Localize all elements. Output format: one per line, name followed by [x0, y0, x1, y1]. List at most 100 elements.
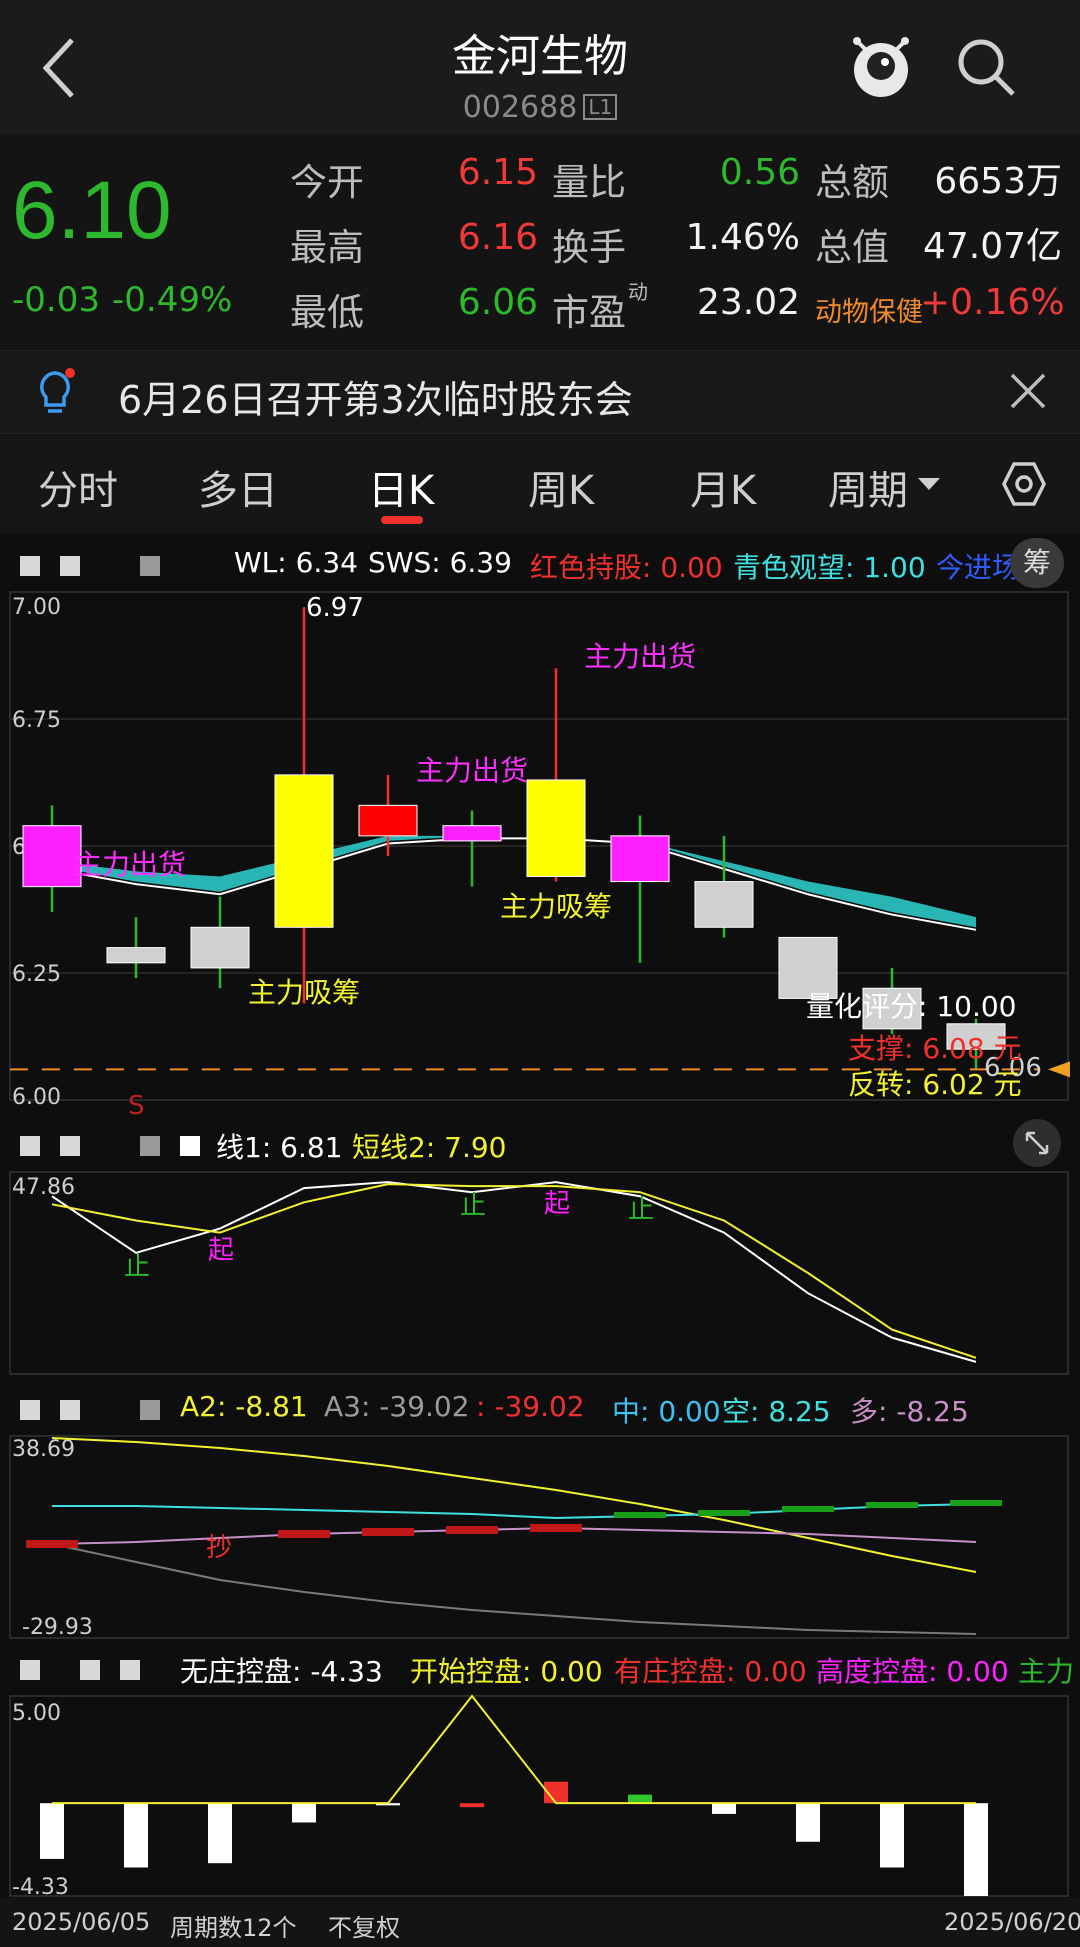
sell-signal-label: 主力出货 [74, 848, 186, 881]
stock-name: 金河生物 [452, 31, 628, 82]
period-count: 周期数12个 [170, 1914, 297, 1942]
green-marker [866, 1502, 918, 1508]
x-value: : -39.02 [476, 1390, 585, 1423]
search-icon[interactable] [955, 36, 1017, 98]
control-bar [964, 1803, 988, 1896]
period-tabs: 分时 多日 日K 周K 月K 周期 [0, 434, 1080, 534]
y-tick-label: 7.00 [12, 595, 61, 620]
control-chart[interactable]: 5.00 -4.33 [0, 1694, 1080, 1898]
sell-signal-label: 主力出货 [416, 754, 528, 787]
red-marker [530, 1524, 582, 1532]
kong-line [52, 1503, 977, 1520]
quote-label: 最低 [290, 291, 364, 334]
y-top-label: 5.00 [12, 1701, 61, 1726]
quote-label: 动物保健 [815, 297, 923, 328]
y-top-label: 38.69 [12, 1437, 75, 1462]
indicator-toggle-icon[interactable] [140, 556, 160, 576]
red-marker [446, 1526, 498, 1534]
notice-bar[interactable]: 6月26日召开第3次临时股东会 [0, 350, 1080, 434]
quote-label: 最高 [290, 226, 364, 269]
stock-code-text: 002688 [462, 90, 578, 125]
quote-value: 47.07亿 [922, 226, 1062, 267]
chevron-down-icon[interactable] [916, 476, 942, 492]
short-line-chart[interactable]: 47.86止起止起止 [0, 1170, 1080, 1376]
candle-body [442, 825, 502, 842]
level-badge: L1 [583, 94, 618, 120]
quote-value: 0.56 [719, 152, 800, 193]
quant-score-label: 量化评分: 10.00 [806, 990, 1017, 1023]
candle-body [106, 947, 166, 964]
quote-value: +0.16% [920, 282, 1065, 323]
indicator-toggle-icon[interactable] [60, 1400, 80, 1420]
signal-mark: 起 [544, 1189, 570, 1219]
y-tick-label: 6.75 [12, 708, 61, 733]
green-marker [782, 1506, 834, 1512]
notice-text: 6月26日召开第3次临时股东会 [118, 378, 633, 422]
quote-panel: 6.10 -0.03 -0.49% 今开 6.15 量比 0.56 总额 6653万 最高 6… [0, 134, 1080, 350]
chip-button[interactable]: 筹 [1010, 538, 1064, 588]
support-price-label: 支撑: 6.08 元 [848, 1032, 1022, 1065]
settings-icon[interactable] [1000, 460, 1048, 508]
close-icon[interactable] [1010, 373, 1046, 409]
tab-daily-k[interactable]: 日K [368, 458, 434, 516]
sell-s-mark: S [128, 1091, 145, 1116]
indicator-toggle-icon[interactable] [20, 1660, 40, 1680]
kong-value: 空: 8.25 [722, 1395, 831, 1428]
chart-frame [9, 1695, 1069, 1897]
indicator-toggle-icon[interactable] [120, 1660, 140, 1680]
price-change: -0.03 [12, 280, 100, 320]
tab-period[interactable]: 周期 [828, 458, 908, 516]
long-short-chart[interactable]: 38.69 -29.93 抄 [0, 1434, 1080, 1640]
start-date: 2025/06/05 [12, 1908, 151, 1936]
tab-monthly-k[interactable]: 月K [690, 458, 756, 516]
indicator-toggle-icon[interactable] [140, 1400, 160, 1420]
adjust-mode[interactable]: 不复权 [328, 1908, 400, 1943]
sub2-indicator-row: A2: -8.81 A3: -39.02 : -39.02 中: 0.00 空:… [0, 1380, 1080, 1434]
indicator-toggle-icon[interactable] [20, 1136, 40, 1156]
price-pointer-icon [1048, 1061, 1070, 1078]
tab-intraday[interactable]: 分时 [38, 458, 118, 516]
signal-mark: 止 [124, 1252, 150, 1282]
high-price-label: 6.97 [306, 593, 364, 623]
green-bar [628, 1794, 652, 1804]
indicator-toggle-icon[interactable] [20, 556, 40, 576]
has-ctrl-value: 有庄控盘: 0.00 [614, 1655, 807, 1688]
stock-code: 002688 L1 [0, 90, 1080, 125]
indicator-toggle-icon[interactable] [180, 1136, 200, 1156]
kline-chart[interactable]: 7.006.756.506.256.006.976.06主力出货主力出货主力出货… [0, 590, 1080, 1116]
pe-dynamic-mark: 动 [628, 280, 648, 304]
quote-label: 量比 [552, 161, 626, 204]
control-bar [208, 1803, 232, 1864]
green-marker [614, 1512, 666, 1518]
quote-label: 今开 [290, 161, 364, 204]
control-bar [40, 1803, 64, 1859]
red-hold-value: 红色持股: 0.00 [530, 551, 723, 584]
a3-value: A3: -39.02 [324, 1390, 470, 1423]
high-ctrl-value: 高度控盘: 0.00 [816, 1655, 1009, 1688]
y-top-label: 47.86 [12, 1175, 75, 1200]
start-ctrl-value: 开始控盘: 0.00 [410, 1655, 603, 1688]
indicator-toggle-icon[interactable] [60, 1136, 80, 1156]
quote-value: 6653万 [934, 161, 1062, 202]
duo-line [51, 1526, 977, 1545]
chart-footer: 2025/06/05 周期数12个 不复权 2025/06/20 [0, 1898, 1080, 1947]
indicator-toggle-icon[interactable] [80, 1660, 100, 1680]
quote-value: 6.16 [457, 217, 538, 258]
bulb-icon [40, 368, 75, 413]
candle-body [358, 804, 418, 837]
tab-multiday[interactable]: 多日 [198, 458, 278, 516]
control-bar [292, 1803, 316, 1823]
indicator-toggle-icon[interactable] [140, 1136, 160, 1156]
quote-label: 市盈 [552, 291, 626, 334]
candle-body [694, 881, 754, 928]
quote-label: 换手 [552, 226, 626, 269]
duo-value: 多: -8.25 [850, 1395, 969, 1428]
mascot-icon[interactable] [848, 32, 914, 102]
tab-weekly-k[interactable]: 周K [528, 458, 594, 516]
indicator-toggle-icon[interactable] [20, 1400, 40, 1420]
expand-icon[interactable] [1012, 1118, 1062, 1168]
quote-value: 1.46% [685, 217, 800, 258]
indicator-toggle-icon[interactable] [60, 556, 80, 576]
green-marker [950, 1500, 1002, 1506]
no-ctrl-value: 无庄控盘: -4.33 [180, 1655, 383, 1688]
